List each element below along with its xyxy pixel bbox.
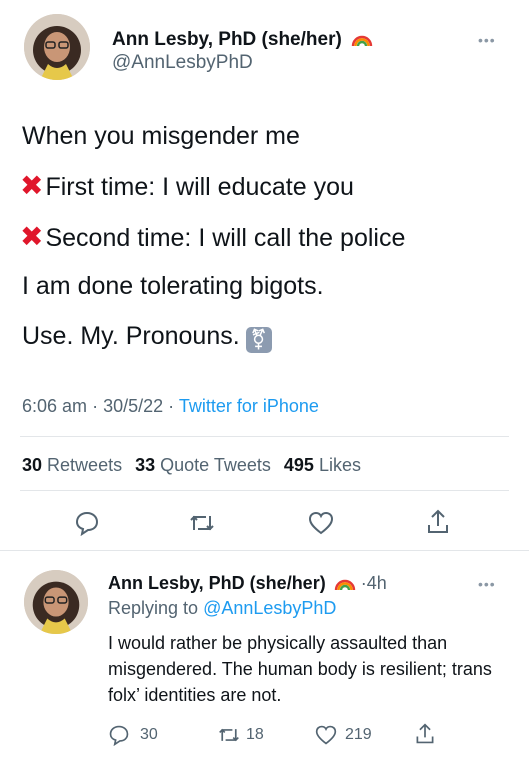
retweets-stat[interactable]: 30 Retweets — [22, 455, 122, 475]
reply-text: I would rather be physically assaulted t… — [108, 633, 492, 705]
reply-avatar[interactable] — [24, 570, 88, 634]
divider — [20, 490, 509, 491]
more-options-icon[interactable]: ••• — [478, 32, 496, 48]
replying-to: Replying to @AnnLesbyPhD — [108, 598, 336, 619]
retweets-label: Retweets — [47, 455, 123, 475]
x-mark-icon: ✖ — [20, 170, 44, 201]
reply-retweet-icon[interactable] — [217, 724, 241, 746]
reply-likes-count: 219 — [345, 726, 372, 743]
author-name-text: Ann Lesby, PhD (she/her) — [112, 29, 342, 50]
tweet-stats: 30 Retweets 33 Quote Tweets 495 Likes — [22, 455, 361, 476]
transgender-symbol-icon: ⚧ — [245, 327, 272, 353]
quotes-count: 33 — [135, 455, 156, 475]
reply-age[interactable]: 4h — [367, 573, 387, 593]
retweets-count: 30 — [22, 455, 43, 475]
meta-separator: · — [92, 396, 104, 416]
tweet-date[interactable]: 30/5/22 — [103, 396, 163, 416]
replying-to-prefix: Replying to — [108, 598, 199, 618]
likes-count: 495 — [283, 455, 314, 475]
tweet-line-2-text: First time: I will educate you — [45, 173, 354, 201]
author-name[interactable]: Ann Lesby, PhD (she/her) — [112, 28, 373, 51]
reply-reply-icon[interactable] — [108, 724, 130, 746]
share-icon[interactable] — [425, 508, 451, 536]
quotes-label: Quote Tweets — [160, 455, 271, 475]
tweet-line-5: Use. My. Pronouns. ⚧ — [22, 324, 272, 353]
reply-more-options-icon[interactable]: ••• — [478, 576, 496, 592]
reply-replies-count: 30 — [140, 726, 158, 743]
divider — [20, 436, 509, 437]
likes-stat[interactable]: 495 Likes — [284, 455, 361, 475]
replying-to-handle[interactable]: @AnnLesbyPhD — [203, 598, 336, 618]
reply-author: Ann Lesby, PhD (she/her) ·4h — [108, 572, 387, 594]
avatar[interactable] — [24, 14, 90, 80]
reply-author-name[interactable]: Ann Lesby, PhD (she/her) — [108, 573, 326, 593]
x-mark-icon: ✖ — [20, 221, 44, 252]
rainbow-icon — [351, 28, 373, 48]
reply-icon[interactable] — [74, 510, 100, 536]
rainbow-icon — [334, 572, 356, 592]
retweet-icon[interactable] — [188, 510, 216, 536]
likes-label: Likes — [318, 455, 361, 475]
author-handle[interactable]: @AnnLesbyPhD — [112, 52, 253, 74]
tweet-line-2: ✖First time: I will educate you — [20, 172, 354, 200]
tweet-line-3-text: Second time: I will call the police — [45, 224, 406, 252]
like-icon[interactable] — [307, 510, 335, 536]
tweet-line-1: When you misgender me — [22, 122, 300, 150]
section-divider — [0, 550, 529, 551]
tweet-line-5-text: Use. My. Pronouns. — [22, 322, 240, 350]
reply-retweets-count: 18 — [246, 726, 264, 743]
tweet-line-3: ✖Second time: I will call the police — [20, 223, 405, 251]
tweet-source[interactable]: Twitter for iPhone — [179, 396, 319, 416]
tweet-line-4: I am done tolerating bigots. — [22, 272, 324, 300]
tweet-time[interactable]: 6:06 am — [22, 396, 87, 416]
reply-share-icon[interactable] — [414, 722, 436, 746]
reply-like-icon[interactable] — [314, 724, 338, 746]
meta-separator: · — [168, 396, 179, 416]
quotes-stat[interactable]: 33 Quote Tweets — [135, 455, 271, 475]
tweet-meta: 6:06 am · 30/5/22 · Twitter for iPhone — [22, 396, 319, 417]
